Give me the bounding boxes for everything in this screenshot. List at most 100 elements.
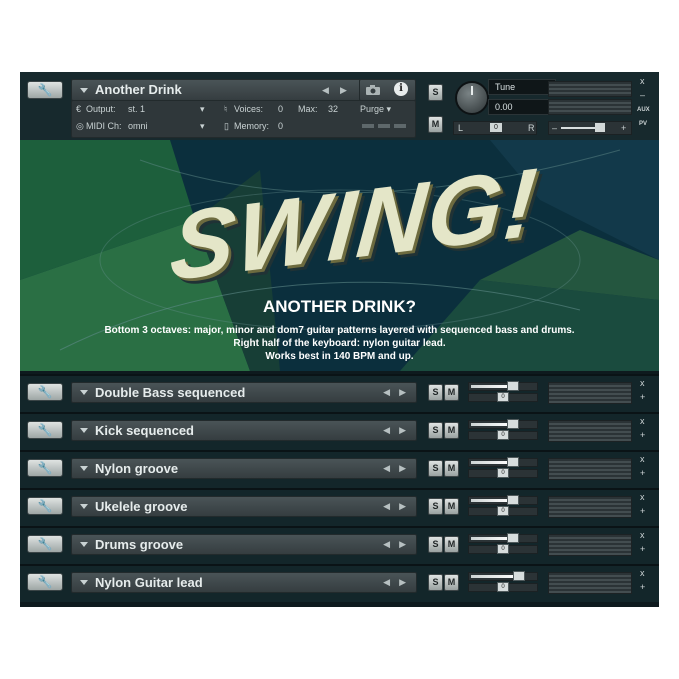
dropdown-icon[interactable] bbox=[80, 580, 88, 585]
wrench-button[interactable]: 🔧 bbox=[27, 535, 63, 553]
prev-icon[interactable]: ◀ bbox=[383, 463, 390, 474]
next-instrument-icon[interactable]: ▶ bbox=[340, 85, 347, 96]
close-button[interactable]: x bbox=[640, 378, 645, 388]
midi-dropdown-icon[interactable]: ▾ bbox=[200, 121, 205, 132]
output-dropdown-icon[interactable]: ▾ bbox=[200, 104, 205, 115]
output-select[interactable]: st. 1 bbox=[128, 104, 145, 114]
instrument-name[interactable]: Double Bass sequenced bbox=[95, 385, 245, 400]
solo-button[interactable]: S bbox=[428, 422, 443, 439]
pan-slider[interactable]: 0 bbox=[468, 582, 538, 592]
close-button[interactable]: x bbox=[640, 530, 645, 540]
next-icon[interactable]: ▶ bbox=[399, 577, 406, 588]
instrument-name[interactable]: Nylon Guitar lead bbox=[95, 575, 203, 590]
tune-knob[interactable] bbox=[455, 81, 489, 115]
info-icon[interactable]: i bbox=[394, 82, 408, 96]
volume-handle[interactable] bbox=[507, 533, 519, 543]
mute-button[interactable]: M bbox=[444, 498, 459, 515]
master-mute-button[interactable]: M bbox=[428, 116, 443, 133]
pan-slider[interactable]: 0 bbox=[468, 544, 538, 554]
solo-button[interactable]: S bbox=[428, 460, 443, 477]
wrench-button[interactable]: 🔧 bbox=[27, 573, 63, 591]
mute-button[interactable]: M bbox=[444, 422, 459, 439]
master-solo-button[interactable]: S bbox=[428, 84, 443, 101]
purge-button[interactable]: Purge ▾ bbox=[360, 104, 391, 115]
pan-slider[interactable]: 0 bbox=[468, 468, 538, 478]
pan-slider[interactable]: 0 bbox=[468, 506, 538, 516]
max-voices-value[interactable]: 32 bbox=[328, 104, 338, 114]
wrench-button[interactable]: 🔧 bbox=[27, 383, 63, 401]
pan-handle[interactable]: 0 bbox=[497, 544, 509, 554]
volume-slider[interactable] bbox=[468, 495, 538, 505]
pan-handle[interactable]: 0 bbox=[490, 123, 502, 132]
solo-button[interactable]: S bbox=[428, 574, 443, 591]
aux-button[interactable]: AUX bbox=[637, 107, 650, 113]
master-instrument-name[interactable]: Another Drink bbox=[95, 82, 182, 97]
close-button[interactable]: x bbox=[640, 568, 645, 578]
master-minimize-button[interactable]: – bbox=[640, 90, 645, 100]
master-wrench-button[interactable]: 🔧 bbox=[27, 81, 63, 99]
master-close-button[interactable]: x bbox=[640, 76, 645, 86]
close-button[interactable]: x bbox=[640, 492, 645, 502]
dropdown-icon[interactable] bbox=[80, 390, 88, 395]
expand-button[interactable]: + bbox=[640, 506, 645, 516]
expand-button[interactable]: + bbox=[640, 468, 645, 478]
prev-icon[interactable]: ◀ bbox=[383, 387, 390, 398]
volume-handle[interactable] bbox=[507, 457, 519, 467]
next-icon[interactable]: ▶ bbox=[399, 425, 406, 436]
camera-icon[interactable] bbox=[365, 84, 381, 96]
instrument-name[interactable]: Drums groove bbox=[95, 537, 183, 552]
wrench-button[interactable]: 🔧 bbox=[27, 459, 63, 477]
pan-slider[interactable]: 0 bbox=[468, 430, 538, 440]
solo-button[interactable]: S bbox=[428, 384, 443, 401]
volume-handle[interactable] bbox=[507, 495, 519, 505]
pan-slider[interactable]: 0 bbox=[468, 392, 538, 402]
instrument-name[interactable]: Ukelele groove bbox=[95, 499, 188, 514]
master-volume-slider[interactable]: – + bbox=[548, 121, 632, 135]
solo-button[interactable]: S bbox=[428, 498, 443, 515]
volume-handle[interactable] bbox=[513, 571, 525, 581]
dropdown-icon[interactable] bbox=[80, 542, 88, 547]
next-icon[interactable]: ▶ bbox=[399, 539, 406, 550]
expand-button[interactable]: + bbox=[640, 430, 645, 440]
prev-icon[interactable]: ◀ bbox=[383, 539, 390, 550]
expand-button[interactable]: + bbox=[640, 544, 645, 554]
mute-button[interactable]: M bbox=[444, 384, 459, 401]
mute-button[interactable]: M bbox=[444, 460, 459, 477]
wrench-button[interactable]: 🔧 bbox=[27, 421, 63, 439]
volume-slider[interactable] bbox=[468, 533, 538, 543]
volume-slider[interactable] bbox=[468, 457, 538, 467]
volume-handle[interactable] bbox=[595, 123, 605, 132]
instrument-name[interactable]: Kick sequenced bbox=[95, 423, 194, 438]
dropdown-icon[interactable] bbox=[80, 504, 88, 509]
mute-button[interactable]: M bbox=[444, 574, 459, 591]
dropdown-icon[interactable] bbox=[80, 88, 88, 93]
volume-handle[interactable] bbox=[507, 419, 519, 429]
expand-button[interactable]: + bbox=[640, 582, 645, 592]
dropdown-icon[interactable] bbox=[80, 466, 88, 471]
pan-handle[interactable]: 0 bbox=[497, 392, 509, 402]
pan-handle[interactable]: 0 bbox=[497, 430, 509, 440]
midi-channel-select[interactable]: omni bbox=[128, 121, 148, 131]
next-icon[interactable]: ▶ bbox=[399, 387, 406, 398]
instrument-name[interactable]: Nylon groove bbox=[95, 461, 178, 476]
volume-handle[interactable] bbox=[507, 381, 519, 391]
solo-button[interactable]: S bbox=[428, 536, 443, 553]
volume-slider[interactable] bbox=[468, 571, 538, 581]
pan-handle[interactable]: 0 bbox=[497, 506, 509, 516]
pan-slider[interactable]: L 0 R bbox=[453, 121, 537, 135]
prev-icon[interactable]: ◀ bbox=[383, 577, 390, 588]
prev-icon[interactable]: ◀ bbox=[383, 425, 390, 436]
close-button[interactable]: x bbox=[640, 454, 645, 464]
expand-button[interactable]: + bbox=[640, 392, 645, 402]
pv-button[interactable]: PV bbox=[639, 121, 647, 127]
pan-handle[interactable]: 0 bbox=[497, 468, 509, 478]
prev-instrument-icon[interactable]: ◀ bbox=[322, 85, 329, 96]
next-icon[interactable]: ▶ bbox=[399, 501, 406, 512]
prev-icon[interactable]: ◀ bbox=[383, 501, 390, 512]
tune-value-box[interactable]: 0.00 bbox=[488, 99, 556, 115]
pan-handle[interactable]: 0 bbox=[497, 582, 509, 592]
close-button[interactable]: x bbox=[640, 416, 645, 426]
mute-button[interactable]: M bbox=[444, 536, 459, 553]
volume-slider[interactable] bbox=[468, 419, 538, 429]
next-icon[interactable]: ▶ bbox=[399, 463, 406, 474]
